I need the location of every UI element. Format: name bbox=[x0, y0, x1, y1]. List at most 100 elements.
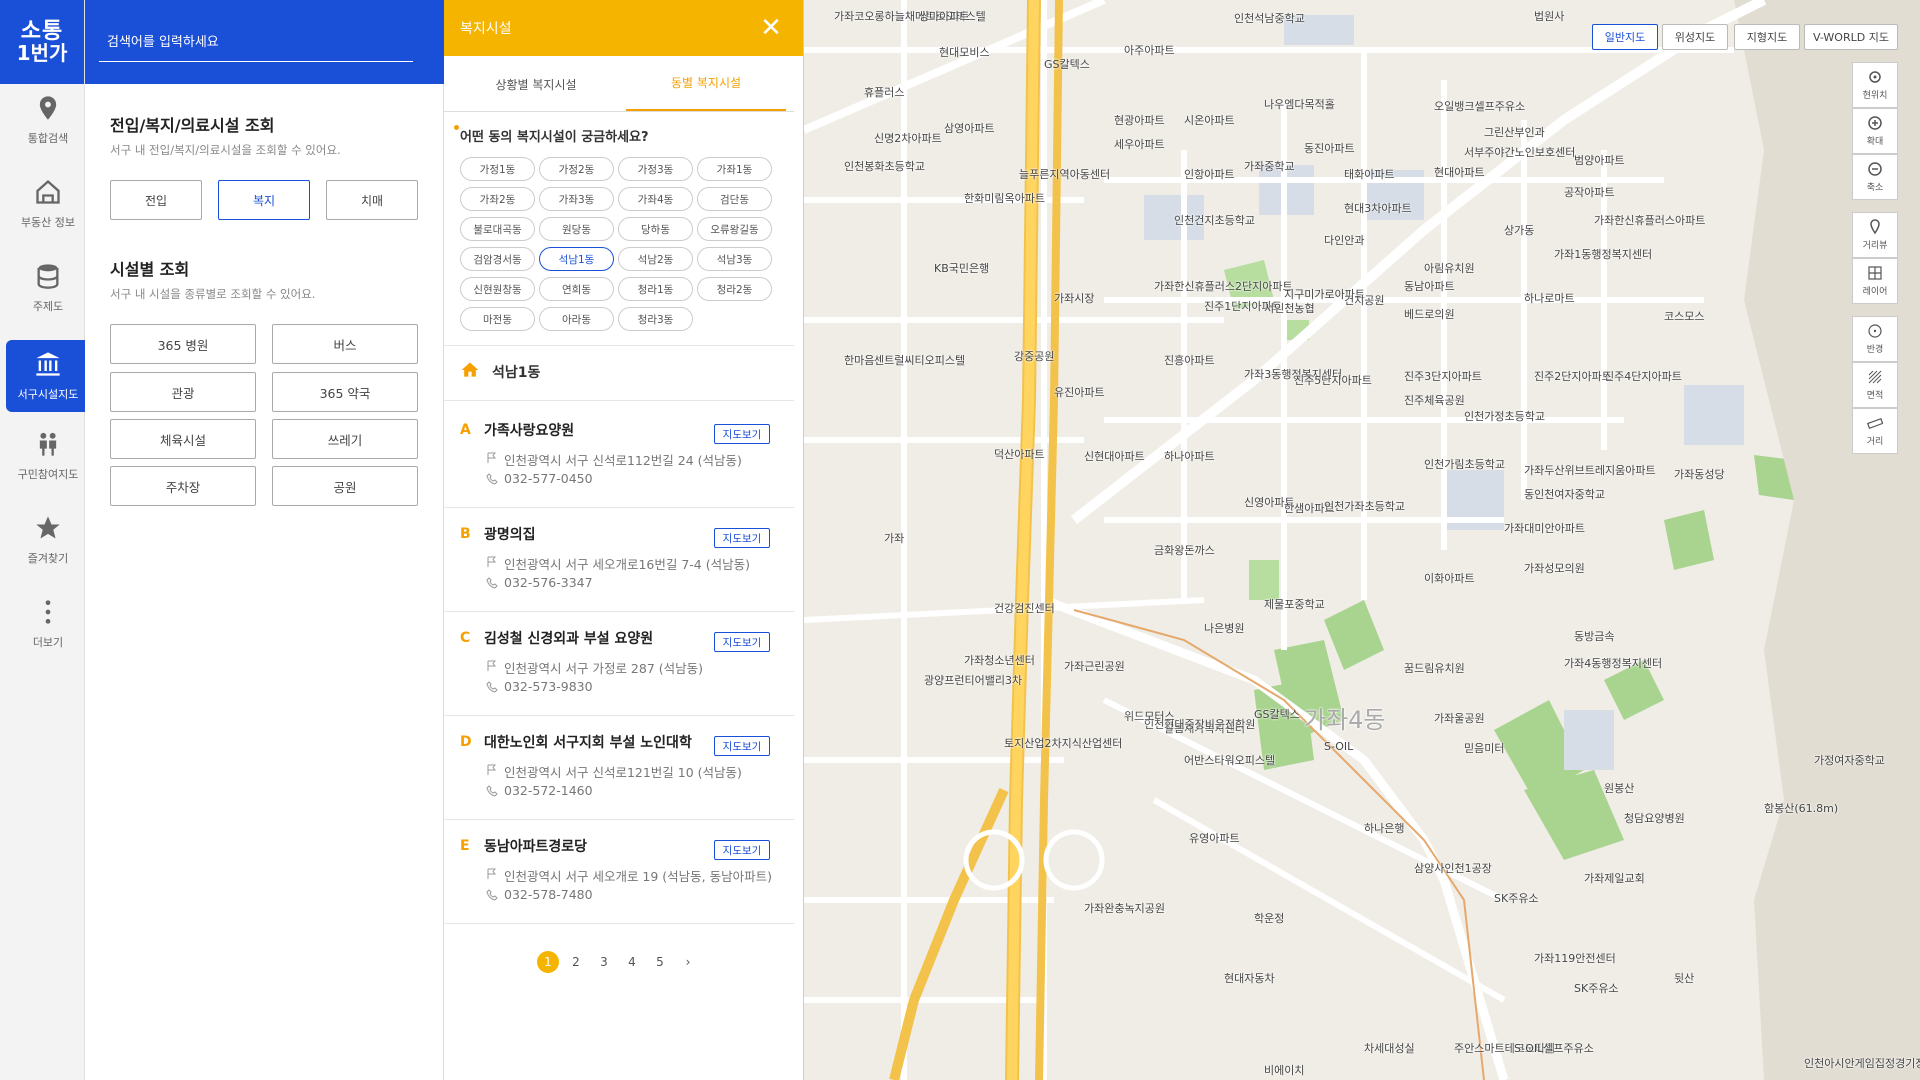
dong-chip[interactable]: 검암경서동 bbox=[460, 247, 535, 271]
page-button[interactable]: 4 bbox=[621, 951, 643, 973]
home-icon bbox=[461, 362, 479, 377]
dong-chip[interactable]: 청라2동 bbox=[697, 277, 772, 301]
map-type-terrain[interactable]: 지형지도 bbox=[1734, 24, 1800, 50]
type-button-parking[interactable]: 주차장 bbox=[110, 466, 256, 506]
nav-item-realestate[interactable]: 부동산 정보 bbox=[6, 168, 90, 240]
dong-chip[interactable]: 가좌3동 bbox=[539, 187, 614, 211]
dong-chip[interactable]: 불로대곡동 bbox=[460, 217, 535, 241]
facility-item[interactable]: D 대한노인회 서구지회 부설 노인대학 지도보기 인천광역시 서구 신석로121번길… bbox=[444, 716, 794, 820]
type-button-trash[interactable]: 쓰레기 bbox=[272, 419, 418, 459]
tool-area[interactable]: 면적 bbox=[1852, 362, 1898, 408]
flag-icon bbox=[487, 452, 497, 463]
facility-item[interactable]: E 동남아파트경로당 지도보기 인천광역시 서구 세오개로 19 (석남동, 동남아파… bbox=[444, 820, 794, 924]
dong-chip[interactable]: 가좌1동 bbox=[697, 157, 772, 181]
category-button-dementia[interactable]: 치매 bbox=[326, 180, 418, 220]
type-button-pharmacy[interactable]: 365 약국 bbox=[272, 372, 418, 412]
map-type-satellite[interactable]: 위성지도 bbox=[1662, 24, 1728, 50]
tool-layers[interactable]: 레이어 bbox=[1852, 258, 1898, 304]
map-label: 인천봉화초등학교 bbox=[844, 160, 925, 173]
nav-item-facility-map[interactable]: 서구시설지도 bbox=[6, 340, 90, 412]
facility-item[interactable]: C 김성철 신경외과 부설 요양원 지도보기 인천광역시 서구 가정로 287 (석남… bbox=[444, 612, 794, 716]
view-on-map-button[interactable]: 지도보기 bbox=[714, 424, 770, 444]
category-button-transfer[interactable]: 전입 bbox=[110, 180, 202, 220]
map-type-vworld[interactable]: V-WORLD 지도 bbox=[1804, 24, 1898, 50]
area-icon bbox=[1868, 370, 1882, 384]
facility-item[interactable]: B 광명의집 지도보기 인천광역시 서구 세오개로16번길 7-4 (석남동) 032-… bbox=[444, 508, 794, 612]
map-view[interactable]: 가좌코오롱하늘채메트로오피스텔 쌍마아파트 현대모비스 GS칼텍스 아주아파트 인천석남중… bbox=[804, 0, 1920, 1080]
facility-marker-letter: A bbox=[460, 422, 471, 438]
map-label: 유진아파트 bbox=[1054, 386, 1105, 399]
tool-radius[interactable]: 반경 bbox=[1852, 316, 1898, 362]
nav-item-participation[interactable]: 구민참여지도 bbox=[6, 420, 90, 492]
dong-chip[interactable]: 가정3동 bbox=[618, 157, 693, 181]
nav-item-more[interactable]: 더보기 bbox=[6, 588, 90, 660]
nav-item-favorites[interactable]: 즐겨찾기 bbox=[6, 504, 90, 576]
database-icon bbox=[37, 264, 59, 289]
dong-chip[interactable]: 가좌4동 bbox=[618, 187, 693, 211]
tool-street-view[interactable]: 거리뷰 bbox=[1852, 212, 1898, 258]
dong-chip[interactable]: 아라동 bbox=[539, 307, 614, 331]
next-page-button[interactable]: › bbox=[677, 951, 699, 973]
page-button[interactable]: 5 bbox=[649, 951, 671, 973]
view-on-map-button[interactable]: 지도보기 bbox=[714, 528, 770, 548]
dong-chip[interactable]: 검단동 bbox=[697, 187, 772, 211]
map-label: 서인천농협 bbox=[1264, 302, 1315, 315]
map-label: 진주2단지아파트 bbox=[1534, 370, 1612, 383]
facility-address: 인천광역시 서구 세오개로 19 (석남동, 동남아파트) bbox=[504, 869, 773, 884]
page-button[interactable]: 3 bbox=[593, 951, 615, 973]
search-input[interactable] bbox=[99, 24, 413, 62]
dong-chip[interactable]: 석남1동 bbox=[539, 247, 614, 271]
tool-zoom-in[interactable]: 확대 bbox=[1852, 108, 1898, 154]
nav-item-search[interactable]: 통합검색 bbox=[6, 84, 90, 156]
dong-chip[interactable]: 연희동 bbox=[539, 277, 614, 301]
dong-chip[interactable]: 가정2동 bbox=[539, 157, 614, 181]
facility-phone: 032-577-0450 bbox=[504, 471, 593, 486]
map-label: SK주유소 bbox=[1574, 982, 1619, 995]
page-button[interactable]: 2 bbox=[565, 951, 587, 973]
map-canvas[interactable] bbox=[804, 0, 1920, 1080]
tab-dong[interactable]: 동별 복지시설 bbox=[626, 56, 786, 112]
dong-chip[interactable]: 석남3동 bbox=[697, 247, 772, 271]
dong-chip[interactable]: 가좌2동 bbox=[460, 187, 535, 211]
map-label: 뒷산 bbox=[1674, 972, 1695, 985]
map-type-normal[interactable]: 일반지도 bbox=[1592, 24, 1658, 50]
logo[interactable]: 소통 1번가 bbox=[0, 0, 84, 84]
type-button-park[interactable]: 공원 bbox=[272, 466, 418, 506]
tab-situation[interactable]: 상황별 복지시설 bbox=[456, 56, 616, 112]
dong-chip[interactable]: 신현원창동 bbox=[460, 277, 535, 301]
tool-distance[interactable]: 거리 bbox=[1852, 408, 1898, 454]
dong-chip[interactable]: 원당동 bbox=[539, 217, 614, 241]
dong-chip[interactable]: 당하동 bbox=[618, 217, 693, 241]
map-label: 가좌한신휴플러스아파트 bbox=[1594, 214, 1706, 227]
nav-item-theme[interactable]: 주제도 bbox=[6, 252, 90, 324]
dong-chip[interactable]: 청라3동 bbox=[618, 307, 693, 331]
type-button-bus[interactable]: 버스 bbox=[272, 324, 418, 364]
type-button-tour[interactable]: 관광 bbox=[110, 372, 256, 412]
map-label: 동인천여자중학교 bbox=[1524, 488, 1605, 501]
view-on-map-button[interactable]: 지도보기 bbox=[714, 632, 770, 652]
dong-chip[interactable]: 오류왕길동 bbox=[697, 217, 772, 241]
category-button-welfare[interactable]: 복지 bbox=[218, 180, 310, 220]
tool-zoom-out[interactable]: 축소 bbox=[1852, 154, 1898, 200]
people-icon bbox=[39, 432, 57, 456]
view-on-map-button[interactable]: 지도보기 bbox=[714, 736, 770, 756]
dong-chip[interactable]: 청라1동 bbox=[618, 277, 693, 301]
close-icon[interactable]: ✕ bbox=[757, 14, 785, 42]
tool-label: 레이어 bbox=[1862, 287, 1888, 297]
dong-chip[interactable]: 가정1동 bbox=[460, 157, 535, 181]
type-button-sports[interactable]: 체육시설 bbox=[110, 419, 256, 459]
map-label: 코스모스 bbox=[1664, 310, 1705, 323]
facility-item[interactable]: A 가족사랑요양원 지도보기 인천광역시 서구 신석로112번길 24 (석남동) 03… bbox=[444, 404, 794, 508]
view-on-map-button[interactable]: 지도보기 bbox=[714, 840, 770, 860]
tool-current-location[interactable]: 현위치 bbox=[1852, 62, 1898, 108]
nav-label: 더보기 bbox=[32, 636, 64, 649]
radius-icon bbox=[1868, 324, 1882, 338]
dong-chip[interactable]: 마전동 bbox=[460, 307, 535, 331]
type-button-hospital[interactable]: 365 병원 bbox=[110, 324, 256, 364]
page-button[interactable]: 1 bbox=[537, 951, 559, 973]
facility-name: 광명의집 bbox=[484, 527, 536, 543]
facility-address: 인천광역시 서구 신석로112번길 24 (석남동) bbox=[504, 453, 742, 468]
panel-subtitle: 서구 내 전입/복지/의료시설을 조회할 수 있어요. bbox=[110, 143, 341, 157]
dong-chip[interactable]: 석남2동 bbox=[618, 247, 693, 271]
map-label: 유영아파트 bbox=[1189, 832, 1240, 845]
